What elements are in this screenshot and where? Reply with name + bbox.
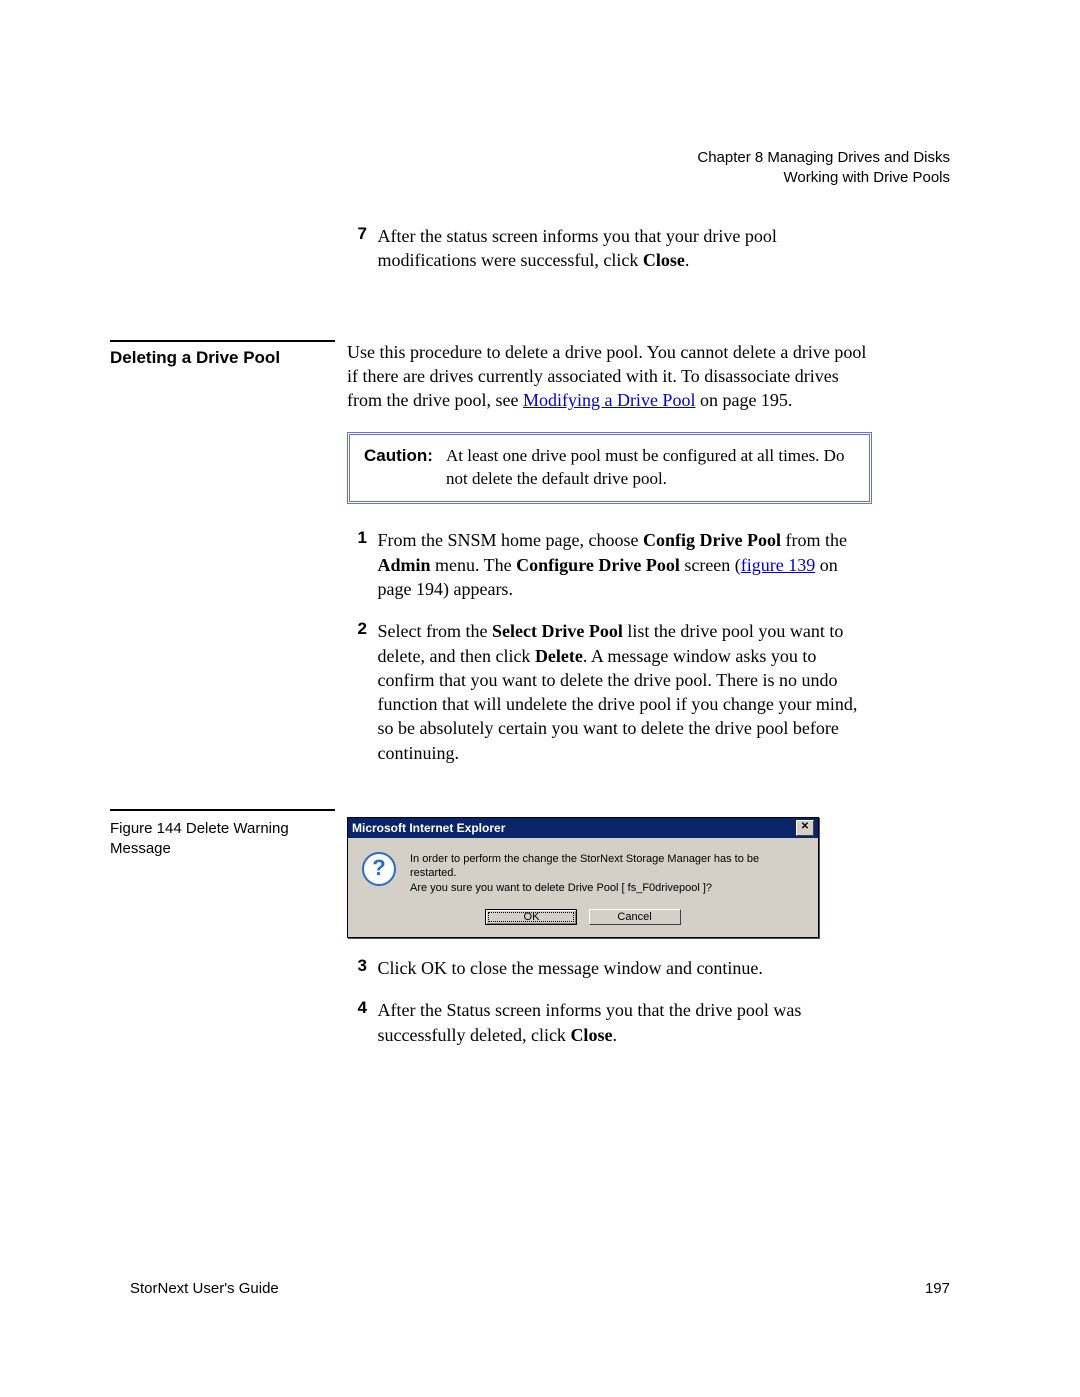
caution-label: Caution: xyxy=(364,445,446,491)
figure-caption-block: Figure 144 Delete Warning Message xyxy=(110,809,335,1065)
page-number: 197 xyxy=(925,1280,950,1297)
figure-block: Microsoft Internet Explorer ✕ ? In order… xyxy=(347,809,872,1065)
caution-text: At least one drive pool must be configur… xyxy=(446,445,855,491)
link-modifying-drive-pool[interactable]: Modifying a Drive Pool xyxy=(523,390,696,410)
dialog-body: ? In order to perform the change the Sto… xyxy=(348,838,818,905)
cancel-button[interactable]: Cancel xyxy=(589,909,681,925)
step-number: 7 xyxy=(347,224,367,244)
step-number: 2 xyxy=(347,619,367,639)
step-text: After the status screen informs you that… xyxy=(378,224,868,273)
intro-text: Use this procedure to delete a drive poo… xyxy=(347,340,872,413)
step-number: 4 xyxy=(347,998,367,1018)
dialog-title-text: Microsoft Internet Explorer xyxy=(352,821,505,835)
step-number: 1 xyxy=(347,528,367,548)
step-text: Click OK to close the message window and… xyxy=(378,956,868,980)
step-2: 2 Select from the Select Drive Pool list… xyxy=(347,619,872,765)
sidebar-heading-block: Deleting a Drive Pool xyxy=(110,340,335,783)
step-1: 1 From the SNSM home page, choose Config… xyxy=(347,528,872,601)
footer-left: StorNext User's Guide xyxy=(130,1280,279,1297)
step-text: From the SNSM home page, choose Config D… xyxy=(378,528,868,601)
step-7: 7 After the status screen informs you th… xyxy=(347,224,872,273)
page: Chapter 8 Managing Drives and Disks Work… xyxy=(0,0,1080,1397)
dialog-window: Microsoft Internet Explorer ✕ ? In order… xyxy=(347,817,819,938)
close-icon[interactable]: ✕ xyxy=(796,820,814,836)
question-icon: ? xyxy=(362,852,396,886)
caution-box: Caution: At least one drive pool must be… xyxy=(347,432,872,504)
link-figure-139[interactable]: figure 139 xyxy=(741,555,815,575)
chapter-label: Chapter 8 Managing Drives and Disks xyxy=(697,148,950,168)
page-header: Chapter 8 Managing Drives and Disks Work… xyxy=(697,148,950,189)
ok-button[interactable]: OK xyxy=(485,909,577,925)
step-text: Select from the Select Drive Pool list t… xyxy=(378,619,868,765)
dialog-titlebar: Microsoft Internet Explorer ✕ xyxy=(348,818,818,838)
step-text: After the Status screen informs you that… xyxy=(378,998,868,1047)
dialog-message: In order to perform the change the StorN… xyxy=(410,852,806,895)
page-footer: StorNext User's Guide 197 xyxy=(130,1280,950,1297)
figure-caption: Figure 144 Delete Warning Message xyxy=(110,811,335,860)
intro-block: Use this procedure to delete a drive poo… xyxy=(347,340,872,783)
dialog-buttons: OK Cancel xyxy=(348,905,818,937)
step-number: 3 xyxy=(347,956,367,976)
step-3: 3 Click OK to close the message window a… xyxy=(347,956,872,980)
section-label: Working with Drive Pools xyxy=(697,168,950,188)
section-heading: Deleting a Drive Pool xyxy=(110,340,335,368)
sidebar-empty xyxy=(110,224,335,291)
step-4: 4 After the Status screen informs you th… xyxy=(347,998,872,1047)
